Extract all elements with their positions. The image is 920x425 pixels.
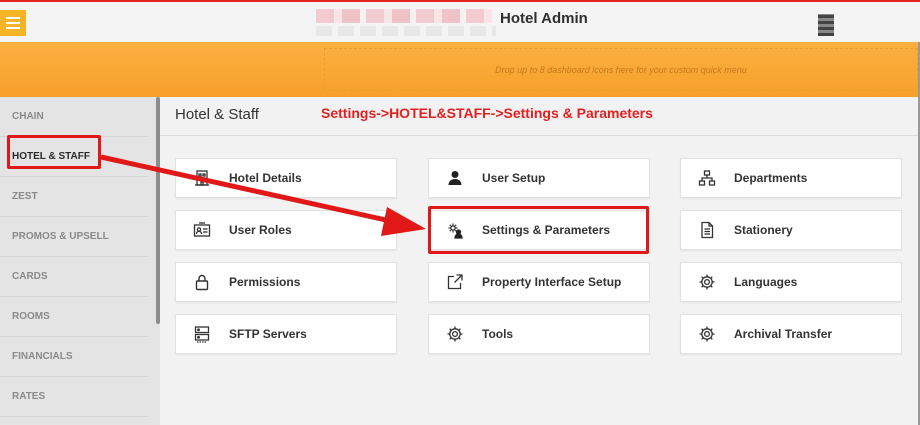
hamburger-icon-line xyxy=(6,27,20,29)
quick-menu-band: Drop up to 8 dashboard icons here for yo… xyxy=(0,42,920,97)
tile-label: Languages xyxy=(734,275,798,289)
building-icon xyxy=(193,169,211,187)
sidebar-item-promos-upsell[interactable]: PROMOS & UPSELL xyxy=(0,217,148,257)
tile-label: Hotel Details xyxy=(229,171,302,185)
tile-languages[interactable]: Languages xyxy=(680,262,902,302)
sidebar-item-label: ROOMS xyxy=(12,311,50,322)
hamburger-icon-line xyxy=(6,22,20,24)
tile-label: Stationery xyxy=(734,223,793,237)
document-icon xyxy=(698,221,716,239)
gear-icon xyxy=(698,325,716,343)
main-content: Hotel & Staff Hotel Details User Setup D… xyxy=(160,97,918,425)
external-link-icon xyxy=(446,273,464,291)
redacted-subtitle xyxy=(316,26,496,36)
app-title: Hotel Admin xyxy=(500,10,588,27)
highlight-box-settings-tile xyxy=(428,206,649,254)
sidebar-item-rooms[interactable]: ROOMS xyxy=(0,297,148,337)
sidebar-item-cards[interactable]: CARDS xyxy=(0,257,148,297)
quick-menu-placeholder: Drop up to 8 dashboard icons here for yo… xyxy=(495,64,747,75)
org-chart-icon xyxy=(698,169,716,187)
tile-departments[interactable]: Departments xyxy=(680,158,902,198)
lock-icon xyxy=(193,273,211,291)
gear-icon xyxy=(446,325,464,343)
tile-label: Property Interface Setup xyxy=(482,275,622,289)
tile-tools[interactable]: Tools xyxy=(428,314,650,354)
highlight-box-sidebar xyxy=(7,135,101,169)
tile-archival-transfer[interactable]: Archival Transfer xyxy=(680,314,902,354)
server-icon xyxy=(193,325,211,343)
tile-property-interface-setup[interactable]: Property Interface Setup xyxy=(428,262,650,302)
sidebar-item-label: ZEST xyxy=(12,191,38,202)
sidebar-item-label: RATES xyxy=(12,391,46,402)
sidebar-item-zest[interactable]: ZEST xyxy=(0,177,148,217)
user-avatar-icon[interactable] xyxy=(818,14,834,36)
page-title: Hotel & Staff xyxy=(175,106,259,123)
redacted-hotel-name xyxy=(316,9,492,23)
tile-label: User Setup xyxy=(482,171,546,185)
tile-label: SFTP Servers xyxy=(229,327,307,341)
quick-menu-dropzone[interactable]: Drop up to 8 dashboard icons here for yo… xyxy=(324,48,918,91)
tile-label: User Roles xyxy=(229,223,292,237)
sidebar-item-label: FINANCIALS xyxy=(12,351,73,362)
sidebar-item-label: CHAIN xyxy=(12,111,44,122)
sidebar-item-chain[interactable]: CHAIN xyxy=(0,97,148,137)
tile-label: Permissions xyxy=(229,275,301,289)
hamburger-icon xyxy=(6,17,20,19)
tile-label: Tools xyxy=(482,327,514,341)
tile-user-roles[interactable]: User Roles xyxy=(175,210,397,250)
hamburger-menu-button[interactable] xyxy=(0,10,26,36)
tile-permissions[interactable]: Permissions xyxy=(175,262,397,302)
tile-hotel-details[interactable]: Hotel Details xyxy=(175,158,397,198)
title-divider xyxy=(160,135,918,136)
sidebar-item-label: CARDS xyxy=(12,271,48,282)
sidebar-item-financials[interactable]: FINANCIALS xyxy=(0,337,148,377)
tile-label: Departments xyxy=(734,171,808,185)
user-icon xyxy=(446,169,464,187)
tile-label: Archival Transfer xyxy=(734,327,833,341)
annotation-path-text: Settings->HOTEL&STAFF->Settings & Parame… xyxy=(321,105,653,121)
top-bar: Hotel Admin xyxy=(0,0,920,42)
tile-stationery[interactable]: Stationery xyxy=(680,210,902,250)
id-card-icon xyxy=(193,221,211,239)
gear-icon xyxy=(698,273,716,291)
sidebar-item-rates[interactable]: RATES xyxy=(0,377,148,417)
tile-user-setup[interactable]: User Setup xyxy=(428,158,650,198)
sidebar-item-label: PROMOS & UPSELL xyxy=(12,231,109,242)
tile-sftp-servers[interactable]: SFTP Servers xyxy=(175,314,397,354)
